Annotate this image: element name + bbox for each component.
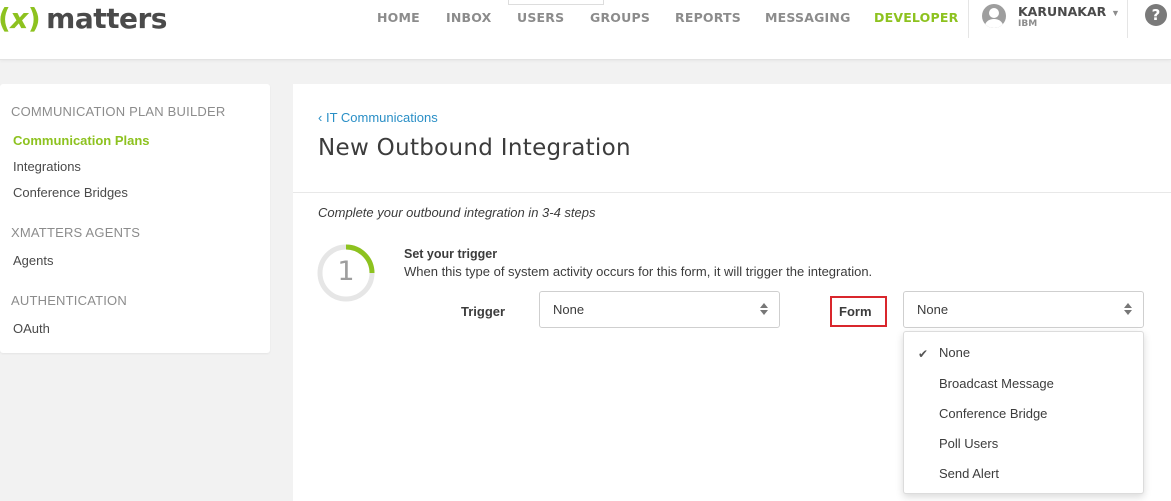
user-avatar-icon xyxy=(982,4,1006,28)
breadcrumb-back-link[interactable]: ‹ IT Communications xyxy=(318,110,438,125)
sidebar-item-integrations[interactable]: Integrations xyxy=(13,159,81,174)
main-panel: ‹ IT Communications New Outbound Integra… xyxy=(293,84,1171,501)
sidebar-item-communication-plans[interactable]: Communication Plans xyxy=(13,133,150,148)
dropdown-option-poll-users[interactable]: Poll Users xyxy=(939,436,998,451)
checkmark-icon: ✔ xyxy=(918,347,929,361)
sidebar-item-conference-bridges[interactable]: Conference Bridges xyxy=(13,185,128,200)
title-divider xyxy=(293,192,1171,193)
dropdown-option-broadcast-message[interactable]: Broadcast Message xyxy=(939,376,1054,391)
step-description: When this type of system activity occurs… xyxy=(404,264,873,279)
top-navigation-bar: (x)matters HOME INBOX USERS GROUPS REPOR… xyxy=(0,0,1171,60)
user-menu[interactable]: KARUNAKAR IBM ▼ xyxy=(968,0,1128,38)
dropdown-option-conference-bridge[interactable]: Conference Bridge xyxy=(939,406,1047,421)
nav-inbox[interactable]: INBOX xyxy=(446,10,491,25)
form-dropdown-menu: ✔ None Broadcast Message Conference Brid… xyxy=(903,331,1144,494)
logo-x: x xyxy=(10,1,28,35)
logo-paren-open: ( xyxy=(0,2,11,35)
chevron-down-icon: ▼ xyxy=(1111,8,1120,18)
breadcrumb-label: IT Communications xyxy=(325,110,438,125)
page-title: New Outbound Integration xyxy=(318,135,631,161)
xmatters-logo[interactable]: (x)matters xyxy=(0,0,167,36)
user-name: KARUNAKAR xyxy=(1018,4,1107,19)
nav-groups[interactable]: GROUPS xyxy=(590,10,650,25)
nav-home[interactable]: HOME xyxy=(377,10,420,25)
step-number: 1 xyxy=(337,256,355,287)
logo-word: matters xyxy=(46,1,167,35)
select-arrows-icon xyxy=(1124,302,1132,316)
form-label: Form xyxy=(839,304,872,319)
sidebar: COMMUNICATION PLAN BUILDER Communication… xyxy=(0,84,270,353)
nav-reports[interactable]: REPORTS xyxy=(675,10,741,25)
chevron-left-icon: ‹ xyxy=(318,110,323,125)
form-select-value: None xyxy=(917,302,949,317)
form-select[interactable]: None xyxy=(903,291,1144,328)
dropdown-option-none[interactable]: None xyxy=(939,345,970,360)
step-title: Set your trigger xyxy=(404,247,498,261)
trigger-select-value: None xyxy=(553,302,585,317)
nav-messaging[interactable]: MESSAGING xyxy=(765,10,851,25)
trigger-select[interactable]: None xyxy=(539,291,780,328)
instruction-text: Complete your outbound integration in 3-… xyxy=(318,205,596,220)
trigger-label: Trigger xyxy=(461,304,506,319)
sidebar-heading-communication-plan-builder: COMMUNICATION PLAN BUILDER xyxy=(11,104,226,119)
nav-developer[interactable]: DEVELOPER xyxy=(874,10,958,25)
logo-paren-close: ) xyxy=(27,1,41,35)
sidebar-item-agents[interactable]: Agents xyxy=(13,253,53,268)
user-company: IBM xyxy=(1018,19,1038,29)
sidebar-heading-authentication: AUTHENTICATION xyxy=(11,293,127,308)
nav-users[interactable]: USERS xyxy=(517,10,564,25)
users-tab-notch xyxy=(508,0,604,5)
sidebar-item-oauth[interactable]: OAuth xyxy=(13,321,50,336)
select-arrows-icon xyxy=(760,302,768,316)
dropdown-option-send-alert[interactable]: Send Alert xyxy=(939,466,999,481)
sidebar-heading-xmatters-agents: XMATTERS AGENTS xyxy=(11,225,141,240)
help-icon[interactable]: ? xyxy=(1145,4,1167,26)
